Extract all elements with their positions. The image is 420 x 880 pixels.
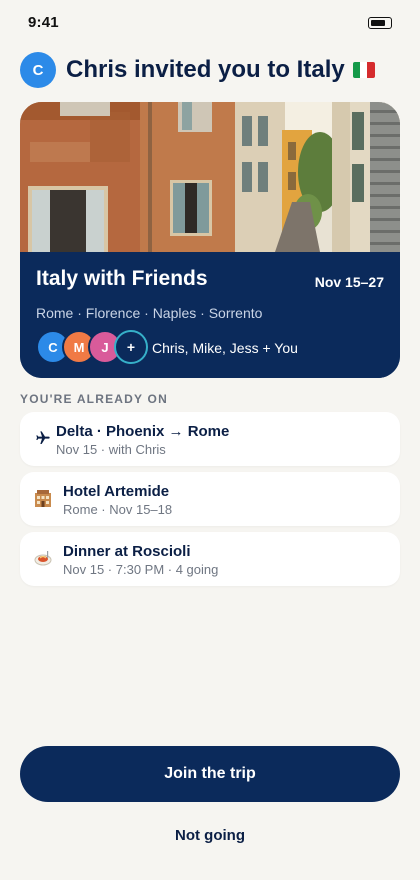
trip-dates: Nov 15–27 — [314, 274, 384, 290]
member-avatars[interactable]: C M J + — [36, 330, 148, 364]
booking-hotel[interactable]: Hotel Artemide Rome · Nov 15–18 — [20, 472, 400, 526]
booking-title: Dinner at Roscioli — [63, 543, 191, 560]
invite-title-row: Chris invited you to Italy — [66, 56, 375, 84]
trip-cover-photo — [20, 102, 400, 252]
booking-title: Delta · Phoenix → Rome — [56, 423, 230, 440]
booking-subtitle: Nov 15 · with Chris — [56, 442, 166, 457]
battery-level — [371, 20, 385, 26]
join-trip-button[interactable]: Join the trip — [20, 746, 400, 802]
restaurant-icon — [32, 547, 54, 569]
italy-flag-icon — [352, 62, 375, 78]
status-time: 9:41 — [28, 14, 59, 31]
trip-members-text: Chris, Mike, Jess + You — [152, 340, 298, 356]
section-label: YOU'RE ALREADY ON — [20, 392, 168, 406]
trip-name: Italy with Friends — [36, 267, 208, 290]
invite-header: C Chris invited you to Italy — [20, 52, 400, 88]
booking-dinner[interactable]: Dinner at Roscioli Nov 15 · 7:30 PM · 4 … — [20, 532, 400, 586]
status-bar: 9:41 — [0, 0, 420, 46]
hotel-icon — [32, 487, 54, 509]
inviter-avatar[interactable]: C — [20, 52, 56, 88]
booking-subtitle: Rome · Nov 15–18 — [63, 502, 173, 517]
booking-subtitle: Nov 15 · 7:30 PM · 4 going — [63, 562, 219, 577]
trip-card[interactable]: Italy with Friends Nov 15–27 Rome · Flor… — [20, 102, 400, 378]
not-going-button[interactable]: Not going — [20, 822, 400, 850]
add-member-button[interactable]: + — [114, 330, 148, 364]
airplane-icon — [32, 427, 54, 449]
booking-title: Hotel Artemide — [63, 483, 170, 500]
booking-flight[interactable]: Delta · Phoenix → Rome Nov 15 · with Chr… — [20, 412, 400, 466]
trip-info-panel: Italy with Friends Nov 15–27 Rome · Flor… — [20, 252, 400, 378]
invite-title: Chris invited you to Italy — [66, 56, 345, 83]
battery-icon — [368, 17, 392, 29]
trip-cities: Rome · Florence · Naples · Sorrento — [36, 305, 263, 321]
